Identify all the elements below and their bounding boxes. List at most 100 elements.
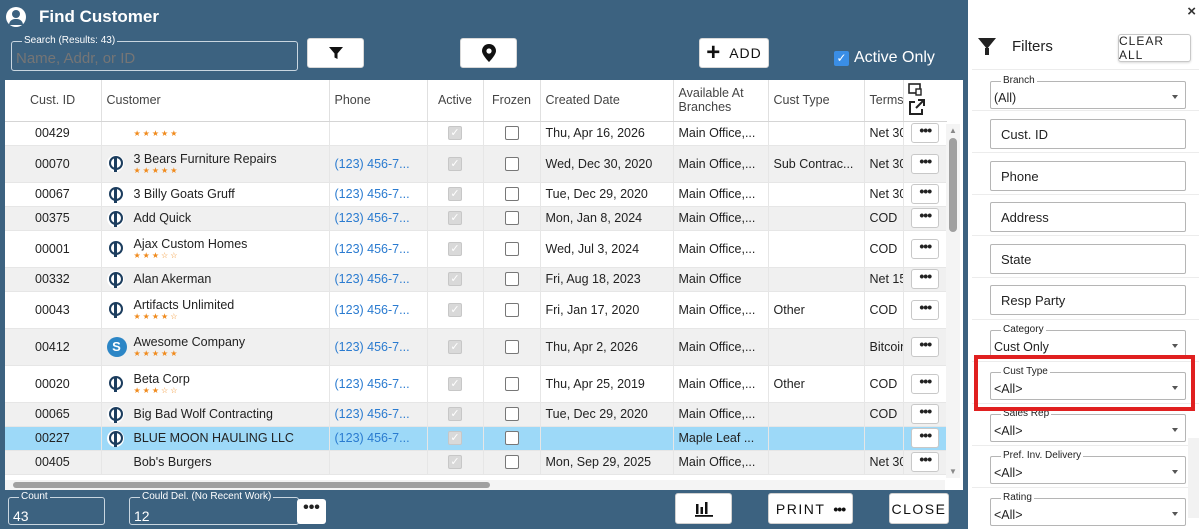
could-delete-more-button[interactable]: ••• [297,499,326,524]
table-row[interactable]: 00065 Big Bad Wolf Contracting (123) 456-7… [5,402,947,427]
row-more-button[interactable]: ••• [911,153,940,174]
branch-select[interactable]: Branch (All) [990,75,1186,109]
category-select[interactable]: Category Cust Only [990,324,1186,358]
row-more-button[interactable]: ••• [911,238,940,259]
map-button[interactable] [460,38,517,68]
grid-vertical-scrollbar[interactable]: ▲ ▼ [946,124,960,478]
frozen-checkbox[interactable] [504,272,519,287]
window-close-icon[interactable]: × [1187,3,1196,20]
active-checkbox: ✓ [448,187,462,202]
frozen-checkbox[interactable] [504,455,519,470]
cell-phone[interactable] [329,450,428,475]
grid-horizontal-scrollbar[interactable] [5,480,945,490]
table-row[interactable]: 00067 3 Billy Goats Gruff (123) 456-7... ✓ T… [5,182,947,207]
cell-phone[interactable]: (123) 456-7... [329,328,428,366]
col-header-customer[interactable]: Customer [101,80,330,122]
col-header-terms[interactable]: Terms [864,80,904,122]
table-row[interactable]: 00043 Artifacts Unlimited ★★★★☆ (123) 456-7… [5,291,947,329]
active-checkbox: ✓ [448,455,462,470]
col-header-created-date[interactable]: Created Date [540,80,674,122]
table-row[interactable]: 00227 BLUE MOON HAULING LLC (123) 456-7...… [5,426,947,451]
frozen-checkbox[interactable] [504,431,519,446]
table-row[interactable]: 00429 ★★★★★ ✓ Thu, Apr 16, 2026 Main Office,… [5,121,947,146]
col-header-cust-type[interactable]: Cust Type [768,80,865,122]
table-row[interactable]: 00412 S Awesome Company ★★★★★ (123) 456-7...… [5,328,947,366]
frozen-checkbox[interactable] [504,241,519,256]
cell-actions: ••• [903,182,947,207]
rating-select[interactable]: Rating <All> [990,492,1186,526]
frozen-checkbox[interactable] [504,156,519,171]
row-more-button[interactable]: ••• [911,269,940,289]
sales-rep-select[interactable]: Sales Rep <All> [990,408,1186,442]
vertical-scroll-thumb[interactable] [949,138,957,232]
close-button[interactable]: CLOSE [889,493,949,524]
frozen-checkbox[interactable] [504,126,519,141]
table-row[interactable]: 00020 Beta Corp ★★★☆☆ (123) 456-7... ✓ Thu, A… [5,365,947,403]
row-more-button[interactable]: ••• [911,184,940,204]
phone-filter-input[interactable]: Phone [990,161,1186,191]
row-more-button[interactable]: ••• [911,404,940,424]
col-header-available-branches[interactable]: Available At Branches [673,80,769,122]
row-more-button[interactable]: ••• [911,336,940,357]
chart-button[interactable] [675,493,732,524]
active-only-toggle[interactable]: ✓ Active Only [834,49,935,67]
col-header-phone[interactable]: Phone [329,80,428,122]
frozen-checkbox[interactable] [504,339,519,354]
row-more-button[interactable]: ••• [911,373,940,394]
print-button[interactable]: PRINT ••• [768,493,853,524]
row-more-button[interactable]: ••• [911,123,940,143]
cell-phone[interactable]: (123) 456-7... [329,206,428,231]
state-filter-input[interactable]: State [990,244,1186,274]
open-external-icon[interactable] [908,98,925,119]
cust-id-filter-input[interactable]: Cust. ID [990,119,1186,149]
filter-button[interactable] [307,38,364,68]
clear-all-button[interactable]: CLEAR ALL [1118,34,1191,62]
col-header-cust-id[interactable]: Cust. ID [5,80,102,122]
row-more-button[interactable]: ••• [911,452,940,472]
customer-grid: Cust. ID Customer Phone Active Frozen Cr… [5,80,963,490]
col-header-frozen[interactable]: Frozen [483,80,541,122]
address-filter-input[interactable]: Address [990,202,1186,232]
frozen-checkbox[interactable] [504,211,519,226]
cell-cust-id: 00375 [5,206,102,231]
cell-active: ✓ [427,450,484,475]
frozen-checkbox[interactable] [504,376,519,391]
active-only-checkbox[interactable]: ✓ [834,50,849,66]
cell-phone[interactable]: (123) 456-7... [329,426,428,451]
add-button[interactable]: + ADD [699,38,769,68]
cell-phone[interactable]: (123) 456-7... [329,182,428,207]
title-bar: Find Customer [0,0,968,33]
search-input[interactable] [16,50,291,67]
frozen-checkbox[interactable] [504,302,519,317]
row-more-button[interactable]: ••• [911,428,940,448]
table-row[interactable]: 00375 Add Quick (123) 456-7... ✓ Mon, Jan 8,… [5,206,947,231]
cell-active: ✓ [427,230,484,268]
resp-party-filter-input[interactable]: Resp Party [990,285,1186,315]
col-header-active[interactable]: Active [427,80,484,122]
company-logo-icon [106,240,124,257]
table-row[interactable]: 00001 Ajax Custom Homes ★★★☆☆ (123) 456-7..… [5,230,947,268]
cell-branches: Main Office,... [673,328,769,366]
horizontal-scroll-thumb[interactable] [13,482,490,488]
table-row[interactable]: 00070 3 Bears Furniture Repairs ★★★★★ (123)… [5,145,947,183]
cell-phone[interactable] [329,121,428,146]
table-row[interactable]: 00405 Bob's Burgers ✓ Mon, Sep 29, 2025 Main… [5,450,947,475]
cell-phone[interactable]: (123) 456-7... [329,267,428,292]
scroll-down-arrow-icon[interactable]: ▼ [949,467,957,476]
cell-phone[interactable]: (123) 456-7... [329,365,428,403]
cell-phone[interactable]: (123) 456-7... [329,145,428,183]
frozen-checkbox[interactable] [504,187,519,202]
cell-phone[interactable]: (123) 456-7... [329,402,428,427]
cell-actions: ••• [903,230,947,268]
frozen-checkbox[interactable] [504,407,519,422]
filters-scrollbar[interactable] [1188,438,1199,518]
row-more-button[interactable]: ••• [911,299,940,320]
search-field[interactable]: Search (Results: 43) [11,35,298,71]
pref-inv-delivery-select[interactable]: Pref. Inv. Delivery <All> [990,450,1186,484]
cell-phone[interactable]: (123) 456-7... [329,291,428,329]
cell-phone[interactable]: (123) 456-7... [329,230,428,268]
column-chooser-icon[interactable] [907,82,922,99]
table-row[interactable]: 00332 Alan Akerman (123) 456-7... ✓ Fri, Aug… [5,267,947,292]
scroll-up-arrow-icon[interactable]: ▲ [949,126,957,135]
row-more-button[interactable]: ••• [911,208,940,228]
